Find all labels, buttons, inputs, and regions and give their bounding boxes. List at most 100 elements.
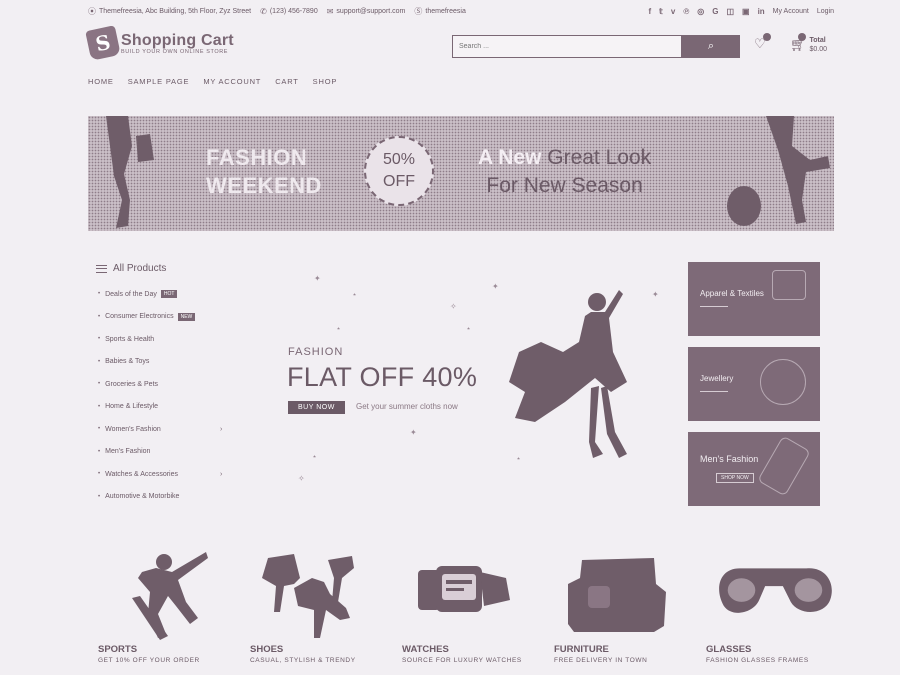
right-model-bag: [727, 186, 761, 226]
sidebar-item-mens-fashion[interactable]: • Men's Fashion: [96, 441, 236, 464]
banner-right-text: A New Great Look For New Season: [478, 144, 651, 200]
sidebar-item-label: Sports & Health: [105, 335, 155, 343]
discount-value: 50%: [382, 151, 416, 168]
sparkle-icon: ⋆: [312, 452, 318, 461]
promo-tile-jewellery[interactable]: Jewellery: [688, 347, 820, 421]
cart-count-badge: [798, 33, 806, 41]
shop-now-button[interactable]: SHOP NOW: [716, 473, 754, 483]
sidebar-item-home-lifestyle[interactable]: • Home & Lifestyle: [96, 396, 236, 419]
hero-headline: FLAT OFF 40%: [287, 362, 478, 392]
promo-tile-mens-fashion[interactable]: Men's Fashion SHOP NOW: [688, 432, 820, 506]
category-watches[interactable]: WATCHES SOURCE FOR LUXURY WATCHES: [402, 548, 532, 673]
category-title: SPORTS: [98, 644, 138, 655]
cart-total: $0.00: [809, 46, 828, 53]
nav-item-cart[interactable]: Cart: [275, 77, 298, 91]
login-link[interactable]: Login: [817, 8, 834, 15]
category-glasses[interactable]: GLASSES FASHION GLASSES FRAMES: [706, 548, 836, 673]
dribbble-icon[interactable]: ◎: [697, 7, 704, 16]
vimeo-icon[interactable]: v: [671, 7, 675, 16]
discount-circle: 50% OFF: [364, 136, 434, 206]
category-shoes[interactable]: SHOES CASUAL, STYLISH & TRENDY: [250, 548, 380, 673]
pinterest-icon[interactable]: ℗: [683, 7, 689, 16]
facebook-icon[interactable]: f: [648, 7, 651, 16]
skype-text: themefreesia: [425, 7, 466, 15]
email-item[interactable]: ✉ support@support.com: [327, 7, 406, 16]
bullet-icon: •: [98, 426, 101, 433]
promo-tile-apparel[interactable]: Apparel & Textiles: [688, 262, 820, 336]
left-model-bag: [136, 134, 154, 162]
sidebar-item-watches[interactable]: • Watches & Accessories ›: [96, 463, 236, 486]
sidebar-item-babies[interactable]: • Babies & Toys: [96, 351, 236, 374]
hero-slider[interactable]: ✦ ⋆ ✧ ✦ ⋆ ⋆ ✧ ⋆ ✦ ⋆ ✦ FASHION FLAT OFF 4…: [260, 262, 670, 502]
hero-kicker: FASHION: [288, 346, 344, 358]
sunglasses-image: [719, 568, 832, 613]
cart-button[interactable]: 🛒︎ Total $0.00: [790, 33, 828, 54]
site-logo[interactable]: S Shopping Cart BUILD YOUR OWN ONLINE ST…: [85, 25, 234, 61]
sidebar-header[interactable]: All Products: [96, 263, 236, 274]
hot-badge: HOT: [160, 290, 178, 299]
bullet-icon: •: [98, 381, 101, 388]
promo-tile-label: Men's Fashion: [700, 454, 759, 464]
nav-item-shop[interactable]: Shop: [313, 77, 337, 91]
cart-label: Total: [809, 37, 826, 44]
sidebar-item-label: Women's Fashion: [105, 425, 161, 433]
search-icon: ⌕: [707, 40, 715, 52]
nav-item-sample-page[interactable]: Sample Page: [128, 77, 190, 91]
category-furniture[interactable]: FURNITURE FREE DELIVERY IN TOWN: [554, 548, 684, 673]
address-item: ⦿ Themefreesia, Abc Building, 5th Floor, …: [88, 6, 251, 17]
category-title: GLASSES: [706, 644, 752, 655]
banner-weekend-text: WEEKEND: [206, 173, 322, 198]
flickr-icon[interactable]: ▣: [742, 7, 750, 16]
instagram-icon[interactable]: ◫: [726, 7, 734, 16]
sidebar-item-label: Men's Fashion: [105, 448, 151, 456]
sidebar-item-automotive[interactable]: • Automotive & Motorbike: [96, 486, 236, 509]
phone-icon: ✆: [260, 6, 267, 16]
phone-item[interactable]: ✆ (123) 456-7890: [260, 7, 318, 16]
wishlist-count-badge: [763, 33, 771, 41]
sparkle-icon: ✦: [314, 274, 321, 283]
category-sports[interactable]: SPORTS GET 10% OFF YOUR ORDER: [98, 548, 228, 673]
category-subtitle: GET 10% OFF YOUR ORDER: [98, 657, 200, 664]
bullet-icon: •: [98, 336, 101, 343]
search-input[interactable]: [452, 35, 682, 58]
promo-tile-label: Jewellery: [700, 374, 734, 383]
buy-now-button[interactable]: BUY NOW: [288, 401, 345, 414]
sparkle-icon: ⋆: [352, 290, 358, 299]
chevron-right-icon: ›: [220, 425, 223, 433]
menu-icon: [96, 264, 107, 273]
sidebar-item-electronics[interactable]: • Consumer Electronics NEW: [96, 306, 236, 329]
sidebar-item-groceries[interactable]: • Groceries & Pets: [96, 373, 236, 396]
logo-letter: S: [93, 29, 113, 57]
wishlist-button[interactable]: ♡: [754, 33, 771, 52]
sparkle-icon: ✦: [410, 428, 417, 437]
sidebar-item-label: Deals of the Day: [105, 290, 157, 298]
twitter-icon[interactable]: 𝕥: [659, 7, 663, 16]
sparkle-icon: ✧: [298, 474, 305, 483]
sidebar-title: All Products: [113, 263, 167, 274]
linkedin-icon[interactable]: in: [758, 7, 765, 16]
sidebar-item-sports[interactable]: • Sports & Health: [96, 328, 236, 351]
divider: [700, 306, 728, 307]
bullet-icon: •: [98, 313, 101, 320]
promo-banner[interactable]: FASHION WEEKEND 50% OFF A New Great Look…: [88, 116, 834, 231]
address-text: Themefreesia, Abc Building, 5th Floor, Z…: [99, 7, 252, 15]
search-button[interactable]: ⌕: [682, 35, 740, 58]
logo-title: Shopping Cart: [121, 31, 234, 49]
sidebar-item-womens-fashion[interactable]: • Women's Fashion ›: [96, 418, 236, 441]
email-text: support@support.com: [336, 7, 406, 15]
skype-item[interactable]: Ⓢthemefreesia: [414, 6, 465, 17]
my-account-link[interactable]: My Account: [773, 8, 809, 15]
top-bar: ⦿ Themefreesia, Abc Building, 5th Floor, …: [88, 0, 834, 22]
nav-item-my-account[interactable]: My Account: [203, 77, 261, 91]
hero-model-image: [509, 290, 627, 458]
sidebar-item-label: Groceries & Pets: [105, 380, 159, 388]
sidebar-item-label: Consumer Electronics: [105, 313, 174, 321]
skateboarder-image: [132, 552, 208, 640]
divider: [700, 391, 728, 392]
google-plus-icon[interactable]: G: [712, 7, 718, 16]
category-subtitle: CASUAL, STYLISH & TRENDY: [250, 657, 356, 664]
site-header: S Shopping Cart BUILD YOUR OWN ONLINE ST…: [85, 25, 834, 64]
category-title: FURNITURE: [554, 644, 609, 655]
nav-item-home[interactable]: Home: [88, 77, 114, 91]
sidebar-item-deals[interactable]: • Deals of the Day HOT: [96, 283, 236, 306]
